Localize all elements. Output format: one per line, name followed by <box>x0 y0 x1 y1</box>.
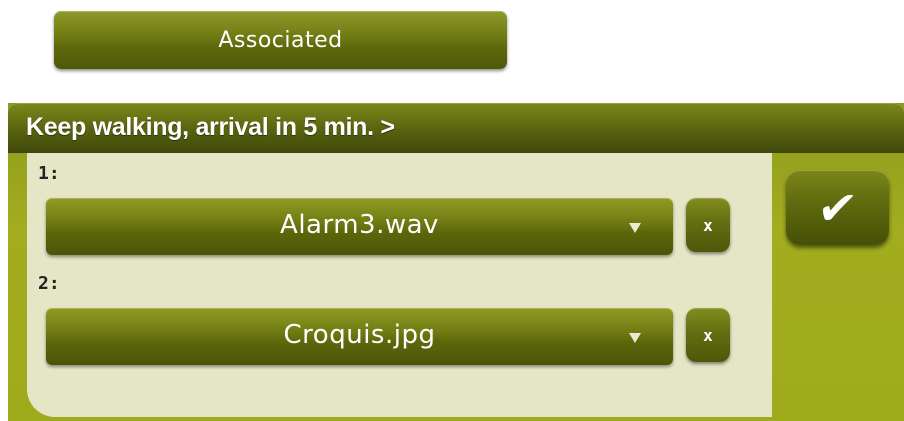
attachment-2-select[interactable]: Croquis.jpg <box>46 308 673 365</box>
close-icon: x <box>703 325 713 345</box>
attachment-1-value: Alarm3.wav <box>280 210 439 240</box>
associated-button[interactable]: Associated <box>54 11 507 69</box>
confirm-button[interactable]: ✔ <box>786 170 889 245</box>
panel-title[interactable]: Keep walking, arrival in 5 min. > <box>26 113 395 142</box>
attachment-2-value: Croquis.jpg <box>283 320 436 350</box>
attachment-1-select[interactable]: Alarm3.wav <box>46 198 673 255</box>
remove-attachment-2-button[interactable]: x <box>686 308 730 362</box>
alert-panel: Keep walking, arrival in 5 min. > <box>8 103 904 421</box>
chevron-down-icon <box>629 333 641 343</box>
row-1-label: 1: <box>38 163 60 184</box>
close-icon: x <box>703 215 713 235</box>
checkmark-icon: ✔ <box>814 180 861 235</box>
panel-header: Keep walking, arrival in 5 min. > <box>8 103 904 153</box>
row-2-label: 2: <box>38 273 60 294</box>
attachments-box <box>27 153 772 417</box>
remove-attachment-1-button[interactable]: x <box>686 198 730 252</box>
chevron-down-icon <box>629 223 641 233</box>
associated-button-label: Associated <box>218 27 343 53</box>
